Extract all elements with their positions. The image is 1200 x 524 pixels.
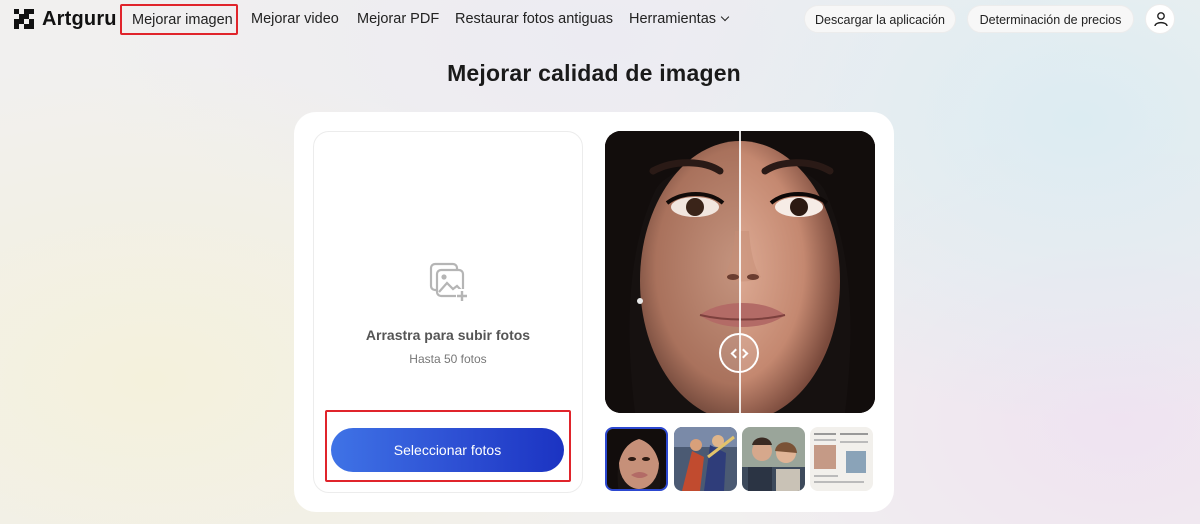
comparison-slider-handle[interactable]	[719, 333, 759, 373]
nav-link-restore-old-photos[interactable]: Restaurar fotos antiguas	[455, 9, 613, 29]
upload-limit-text: Hasta 50 fotos	[409, 352, 487, 366]
nav-link-enhance-video[interactable]: Mejorar video	[251, 9, 339, 29]
nav-link-tools[interactable]: Herramientas	[629, 9, 730, 29]
before-after-preview	[605, 131, 875, 413]
page-title: Mejorar calidad de imagen	[447, 60, 741, 86]
nav-link-label: Mejorar imagen	[132, 12, 233, 28]
nav-link-enhance-image[interactable]: Mejorar imagen	[120, 4, 238, 35]
nav-link-enhance-pdf[interactable]: Mejorar PDF	[357, 9, 439, 29]
thumbnail-action-characters[interactable]	[674, 427, 737, 491]
user-account-button[interactable]	[1145, 4, 1175, 34]
top-navbar: Artguru Mejorar imagen Mejorar video Mej…	[0, 0, 1200, 38]
pricing-button[interactable]: Determinación de precios	[967, 5, 1134, 33]
thumbnail-portrait-woman[interactable]	[605, 427, 668, 491]
download-app-button[interactable]: Descargar la aplicación	[804, 5, 956, 33]
sample-thumbnails	[605, 427, 875, 493]
brand-logo[interactable]: Artguru	[14, 7, 117, 31]
thumbnail-document-photos[interactable]	[810, 427, 873, 491]
add-photos-icon	[429, 262, 468, 301]
user-icon	[1154, 12, 1168, 27]
brand-name: Artguru	[42, 7, 117, 30]
select-photos-button[interactable]: Seleccionar fotos	[331, 428, 564, 472]
chevron-down-icon	[720, 12, 730, 22]
enhancer-card: Arrastra para subir fotos Hasta 50 fotos…	[294, 112, 894, 512]
thumbnail-family-couple[interactable]	[742, 427, 805, 491]
upload-title: Arrastra para subir fotos	[365, 327, 531, 343]
chevron-right-icon	[738, 348, 749, 359]
nav-link-label: Herramientas	[629, 11, 717, 27]
logo-checker-icon	[14, 9, 34, 29]
